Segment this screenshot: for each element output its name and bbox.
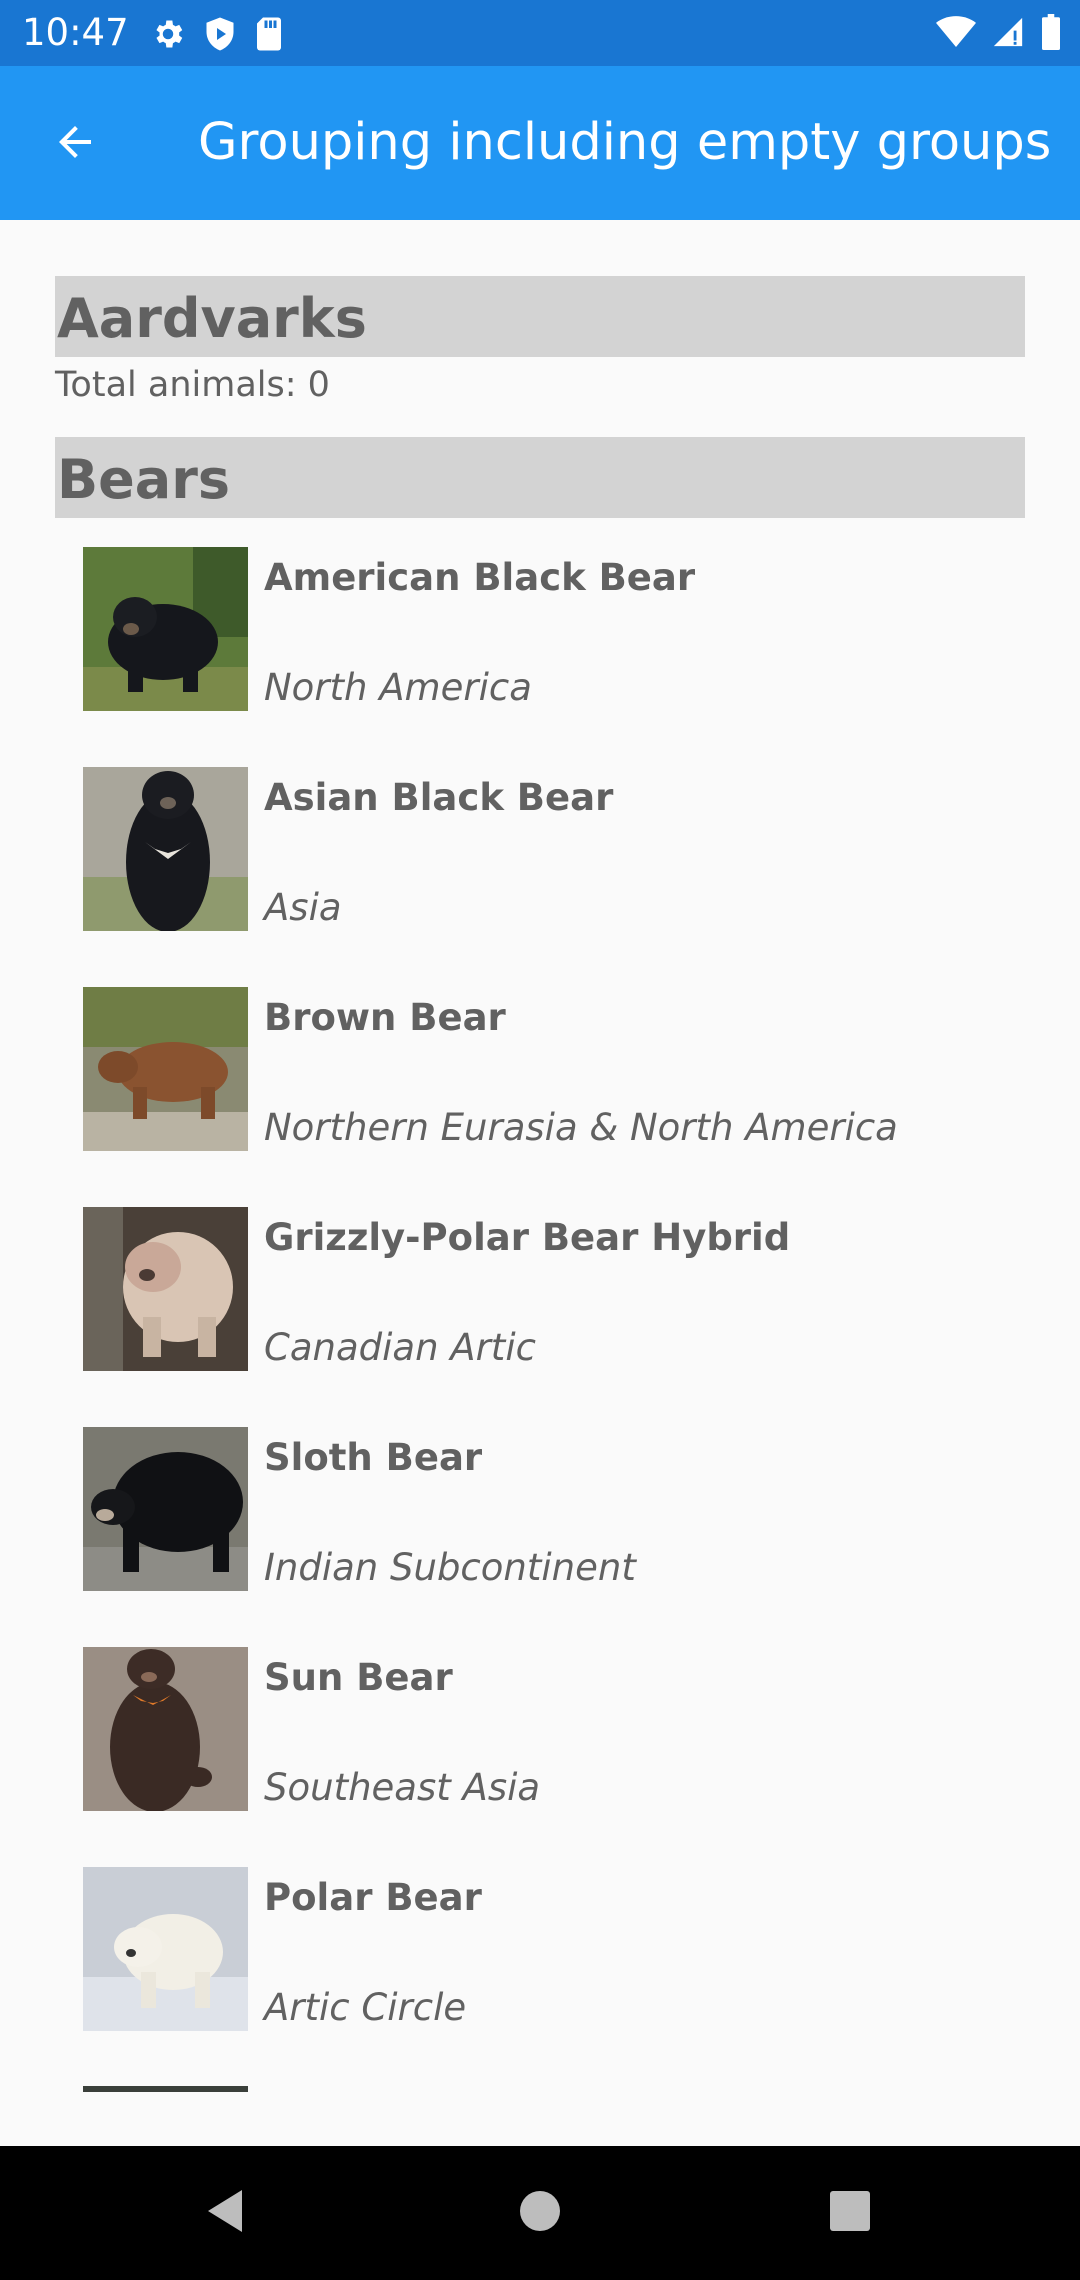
arrow-back-icon <box>51 118 99 170</box>
animal-photo <box>83 1207 248 1371</box>
app-bar: Grouping including empty groups <box>0 66 1080 220</box>
list-item[interactable]: Sloth Bear Indian Subcontinent <box>83 1427 1023 1591</box>
animal-location: North America <box>264 666 532 709</box>
animal-photo <box>83 767 248 931</box>
signal-icon <box>990 15 1026 49</box>
nav-recents-button[interactable] <box>820 2183 880 2243</box>
list-item[interactable]: Polar Bear Artic Circle <box>83 1867 1023 2031</box>
animal-photo <box>83 1427 248 1591</box>
list-item-partial[interactable] <box>83 2086 248 2092</box>
animal-name: Polar Bear <box>264 1876 482 1919</box>
animal-photo <box>83 547 248 711</box>
list-item[interactable]: Grizzly-Polar Bear Hybrid Canadian Artic <box>83 1207 1023 1371</box>
animal-location: Artic Circle <box>264 1986 467 2029</box>
sd-card-icon <box>254 16 284 52</box>
status-bar: 10:47 <box>0 0 1080 66</box>
animal-name: American Black Bear <box>264 556 696 599</box>
animal-name: Brown Bear <box>264 996 506 1039</box>
animal-photo <box>83 1647 248 1811</box>
status-icons-left <box>150 14 284 54</box>
animal-location: Indian Subcontinent <box>264 1546 636 1589</box>
group-header-aardvarks: Aardvarks <box>55 276 1025 357</box>
navigation-bar <box>0 2146 1080 2280</box>
back-triangle-icon <box>204 2188 246 2238</box>
gear-icon <box>150 16 186 52</box>
status-time: 10:47 <box>22 11 129 54</box>
shield-play-icon <box>204 16 236 52</box>
battery-icon <box>1040 14 1062 50</box>
animal-location: Asia <box>264 886 342 929</box>
grouped-list[interactable]: Aardvarks Total animals: 0 Bears America… <box>0 220 1080 2146</box>
home-circle-icon <box>519 2190 561 2236</box>
nav-home-button[interactable] <box>510 2183 570 2243</box>
animal-location: Southeast Asia <box>264 1766 541 1809</box>
animal-name: Grizzly-Polar Bear Hybrid <box>264 1216 791 1259</box>
status-icons-right <box>936 12 1062 52</box>
list-item[interactable]: Asian Black Bear Asia <box>83 767 1023 931</box>
list-item[interactable]: Brown Bear Northern Eurasia & North Amer… <box>83 987 1023 1151</box>
animal-name: Sun Bear <box>264 1656 453 1699</box>
animal-location: Canadian Artic <box>264 1326 536 1369</box>
animal-name: Asian Black Bear <box>264 776 614 819</box>
animal-photo <box>83 987 248 1151</box>
animal-photo <box>83 1867 248 2031</box>
animal-name: Sloth Bear <box>264 1436 483 1479</box>
back-button[interactable] <box>40 109 110 179</box>
list-item[interactable]: American Black Bear North America <box>83 547 1023 711</box>
list-item[interactable]: Sun Bear Southeast Asia <box>83 1647 1023 1811</box>
page-title: Grouping including empty groups <box>198 113 1052 172</box>
group-header-bears: Bears <box>55 437 1025 518</box>
recents-square-icon <box>829 2190 871 2236</box>
wifi-icon <box>936 15 976 49</box>
nav-back-button[interactable] <box>195 2183 255 2243</box>
group-footer-aardvarks: Total animals: 0 <box>55 365 330 405</box>
animal-location: Northern Eurasia & North America <box>264 1106 898 1149</box>
